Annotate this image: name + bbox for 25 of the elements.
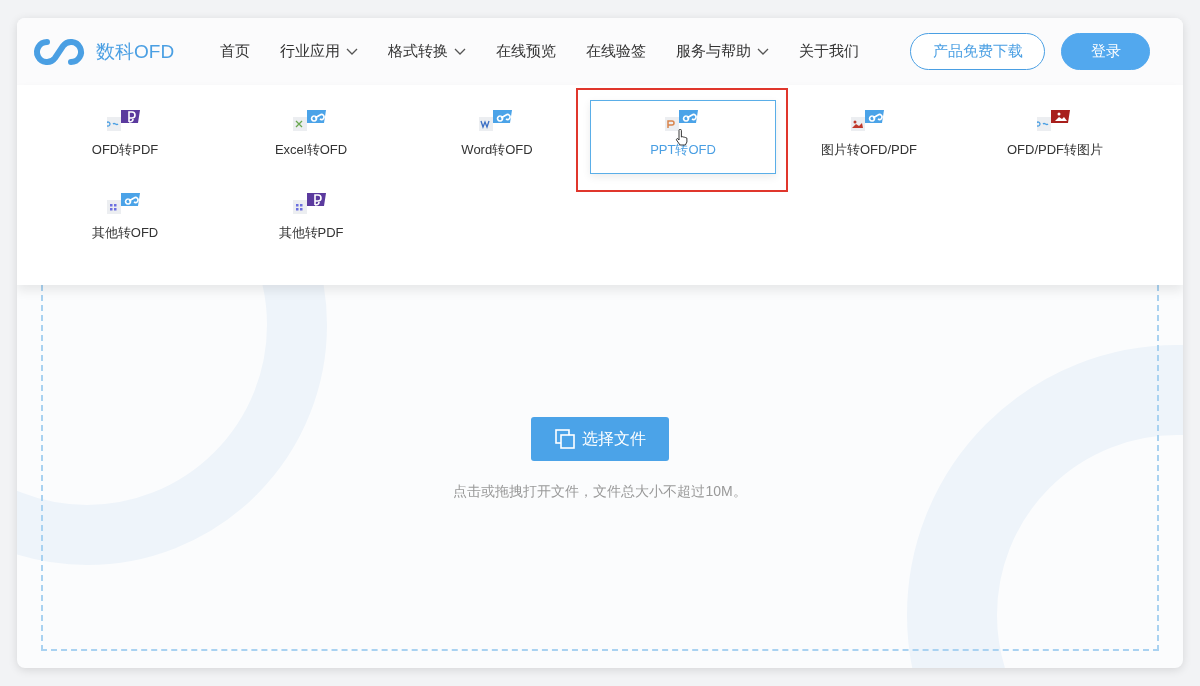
nav-link[interactable]: 行业应用 bbox=[280, 42, 359, 61]
nav-link[interactable]: 首页 bbox=[220, 42, 251, 61]
file-conversion-icon bbox=[107, 107, 143, 133]
file-conversion-icon bbox=[107, 190, 143, 216]
conversion-item[interactable]: OFD转PDF bbox=[32, 100, 218, 174]
nav-link[interactable]: 格式转换 bbox=[388, 42, 467, 61]
copy-icon bbox=[554, 428, 576, 450]
conversion-item[interactable]: Excel转OFD bbox=[218, 100, 404, 174]
upload-hint: 点击或拖拽打开文件，文件总大小不超过10M。 bbox=[453, 483, 747, 501]
infinity-logo-icon bbox=[32, 36, 86, 67]
conversion-item[interactable]: OFD/PDF转图片 bbox=[962, 100, 1148, 174]
conversion-item[interactable]: 其他转OFD bbox=[32, 174, 218, 263]
nav-link[interactable]: 在线预览 bbox=[496, 42, 557, 61]
file-conversion-icon bbox=[1037, 107, 1073, 133]
nav-link[interactable]: 服务与帮助 bbox=[676, 42, 770, 61]
file-conversion-icon bbox=[479, 107, 515, 133]
conversion-item[interactable]: 图片转OFD/PDF bbox=[776, 100, 962, 174]
conversion-item[interactable]: 其他转PDF bbox=[218, 174, 404, 263]
nav-link[interactable]: 关于我们 bbox=[799, 42, 860, 61]
conversion-item[interactable]: Word转OFD bbox=[404, 100, 590, 174]
file-conversion-icon bbox=[665, 107, 701, 133]
file-conversion-icon bbox=[851, 107, 887, 133]
file-conversion-icon bbox=[293, 190, 329, 216]
nav-link[interactable]: 在线验签 bbox=[586, 42, 647, 61]
file-conversion-icon bbox=[293, 107, 329, 133]
